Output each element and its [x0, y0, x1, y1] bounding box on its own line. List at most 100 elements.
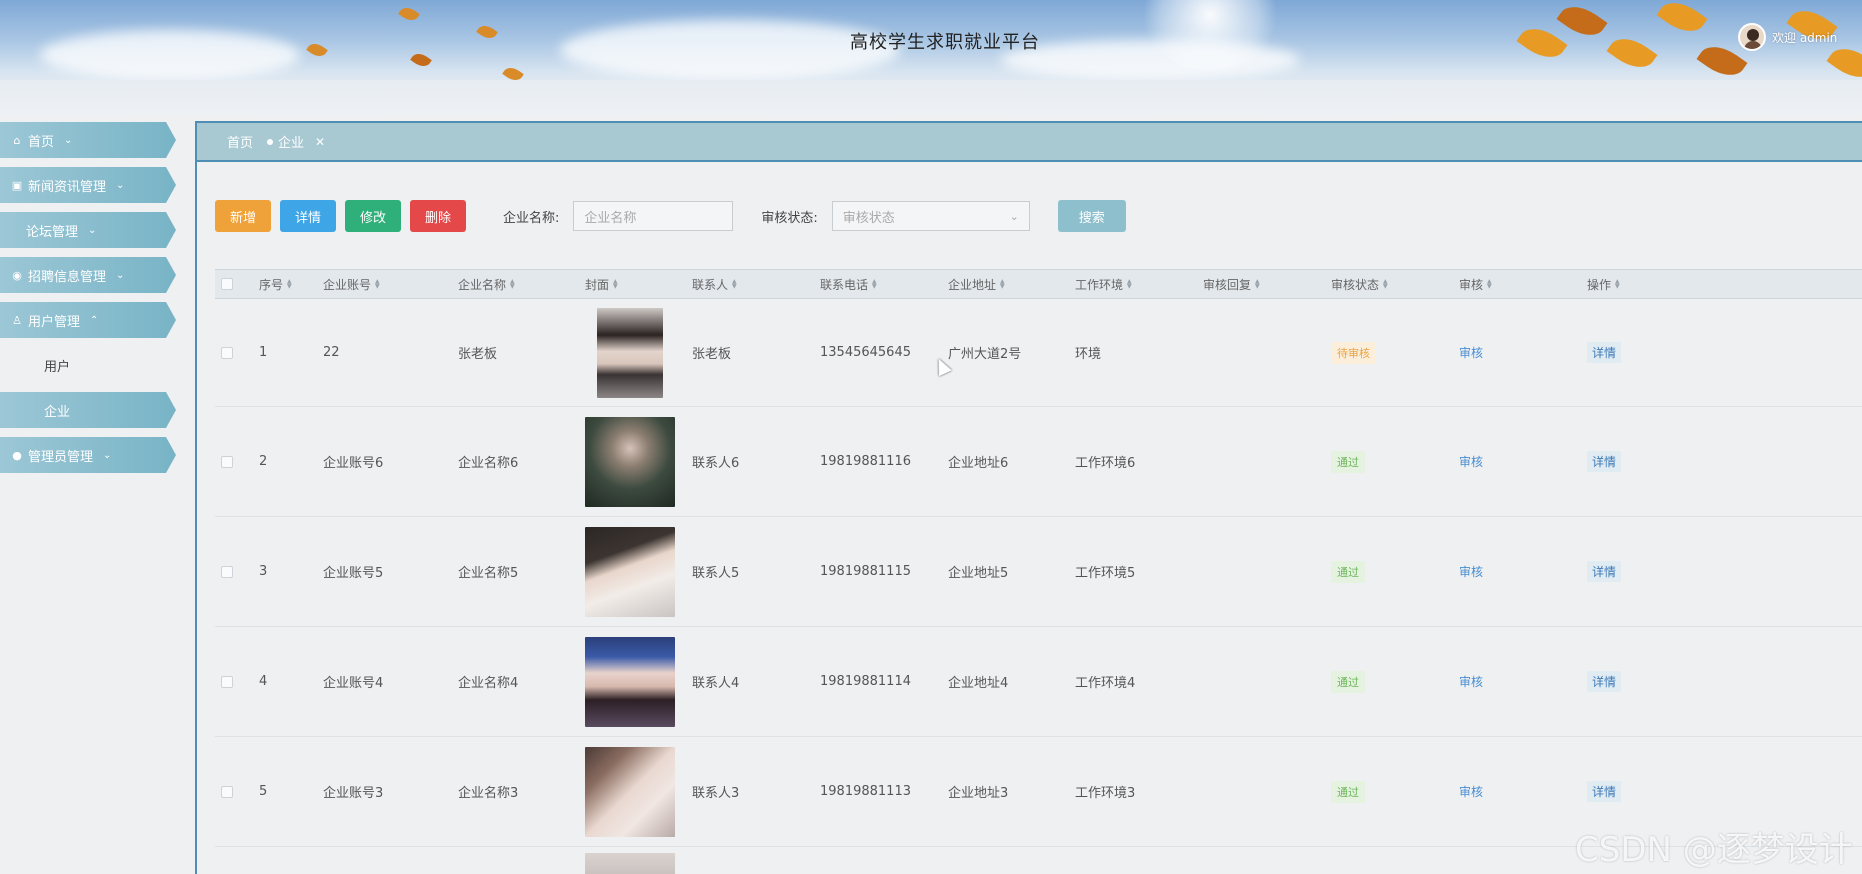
cell-contact: 联系人3: [692, 786, 740, 801]
cover-image: [597, 307, 663, 398]
cell-contact: 张老板: [692, 347, 732, 362]
leaf-decoration: [306, 39, 328, 61]
cell-account: 企业账号3: [323, 786, 384, 801]
row-checkbox[interactable]: [221, 785, 233, 798]
search-button[interactable]: 搜索: [1057, 200, 1126, 232]
row-detail-button[interactable]: 详情: [1587, 342, 1622, 363]
sidebar-subitem-user[interactable]: 用户: [0, 347, 176, 383]
sidebar-item-label: 招聘信息管理: [28, 269, 107, 285]
audit-link[interactable]: 审核: [1459, 785, 1483, 799]
cell-contact: 联系人5: [692, 566, 740, 581]
leaf-decoration: [1656, 0, 1708, 41]
leaf-decoration: [1606, 29, 1658, 77]
cover-image: [585, 526, 675, 617]
leaf-decoration: [398, 3, 420, 25]
column-header[interactable]: 操作 ▲ ▼: [1587, 276, 1715, 293]
row-checkbox[interactable]: [221, 675, 233, 688]
cell-no: 3: [259, 564, 268, 579]
cell-phone: 19819881113: [820, 784, 911, 799]
active-dot-icon: [267, 138, 274, 145]
detail-button[interactable]: 详情: [280, 200, 336, 232]
tab-label: 企业: [278, 136, 305, 151]
add-button[interactable]: 新增: [215, 200, 271, 232]
sidebar-item-label: 首页: [28, 134, 55, 150]
row-detail-button[interactable]: 详情: [1587, 561, 1622, 582]
audit-link[interactable]: 审核: [1459, 675, 1483, 689]
status-badge: 待审核: [1331, 341, 1376, 364]
sidebar-item-news[interactable]: ▣ 新闻资讯管理 ⌄: [0, 167, 176, 203]
sidebar-item-label: 新闻资讯管理: [28, 179, 107, 195]
delete-button[interactable]: 删除: [410, 200, 466, 232]
cell-address: 企业地址4: [948, 676, 1009, 691]
column-header[interactable]: 联系电话 ▲ ▼: [820, 276, 948, 293]
column-header[interactable]: 审核回复 ▲ ▼: [1203, 276, 1331, 293]
cell-phone: 19819881116: [820, 454, 911, 469]
row-checkbox[interactable]: [221, 565, 233, 578]
company-name-input[interactable]: 企业名称: [573, 201, 734, 231]
sidebar-item-recruit[interactable]: ◉ 招聘信息管理 ⌄: [0, 257, 176, 293]
audit-link[interactable]: 审核: [1459, 565, 1483, 579]
welcome-text[interactable]: 欢迎 admin: [1772, 29, 1837, 46]
row-detail-button[interactable]: 详情: [1587, 671, 1622, 692]
leaf-decoration: [1516, 19, 1568, 67]
edit-button[interactable]: 修改: [345, 200, 401, 232]
row-checkbox[interactable]: [221, 346, 233, 359]
table-row[interactable]: 4 企业账号4 企业名称4 联系人4 19819881114 企业地址4 工作环…: [215, 627, 1862, 737]
tab-label: 首页: [227, 136, 254, 151]
home-icon: ⌂: [13, 133, 21, 147]
cell-env: 工作环境4: [1075, 676, 1136, 691]
user-menu[interactable]: 欢迎 admin: [1738, 22, 1837, 52]
company-table: 序号 ▲ ▼ 企业账号 ▲ ▼ 企业名称 ▲ ▼ 封面 ▲ ▼ 联系人 ▲ ▼ 联系电话 ▲ ▼ 企业地…: [215, 269, 1862, 874]
tab-company[interactable]: 企业 ✕: [267, 132, 325, 151]
table-row[interactable]: 3 企业账号5 企业名称5 联系人5 19819881115 企业地址5 工作环…: [215, 517, 1862, 627]
cell-address: 企业地址6: [948, 456, 1009, 471]
sort-icon: ▲ ▼: [1127, 278, 1132, 290]
column-header[interactable]: 审核状态 ▲ ▼: [1331, 276, 1459, 293]
chevron-up-icon: ⌃: [90, 314, 99, 326]
chevron-down-icon: ⌄: [1009, 209, 1019, 223]
row-detail-button[interactable]: 详情: [1587, 781, 1622, 802]
audit-link[interactable]: 审核: [1459, 346, 1483, 360]
audit-link[interactable]: 审核: [1459, 455, 1483, 469]
sidebar-item-admin[interactable]: ● 管理员管理 ⌄: [0, 437, 176, 473]
row-checkbox[interactable]: [221, 455, 233, 468]
cell-name: 企业名称4: [458, 676, 519, 691]
select-all-checkbox[interactable]: [221, 278, 233, 290]
column-header[interactable]: 联系人 ▲ ▼: [692, 276, 820, 293]
sort-icon: ▲ ▼: [732, 278, 737, 290]
chevron-down-icon: ⌄: [64, 134, 73, 146]
sidebar-item-home[interactable]: ⌂ 首页 ⌄: [0, 122, 176, 158]
cell-name: 企业名称6: [458, 456, 519, 471]
column-header[interactable]: 工作环境 ▲ ▼: [1075, 276, 1203, 293]
row-detail-button[interactable]: 详情: [1587, 451, 1622, 472]
column-header[interactable]: 序号 ▲ ▼: [259, 276, 323, 293]
column-header[interactable]: 审核 ▲ ▼: [1459, 276, 1587, 293]
status-badge: 通过: [1331, 560, 1365, 583]
audit-status-select[interactable]: 审核状态 ⌄: [831, 201, 1030, 231]
sidebar-item-users[interactable]: ♙ 用户管理 ⌃: [0, 302, 176, 338]
audit-status-placeholder: 审核状态: [842, 210, 895, 226]
status-badge: 通过: [1331, 780, 1365, 803]
news-icon: ▣: [11, 178, 23, 192]
column-header[interactable]: 企业地址 ▲ ▼: [948, 276, 1075, 293]
cell-env: 工作环境3: [1075, 786, 1136, 801]
table-row[interactable]: 1 22 张老板 张老板 13545645645 广州大道2号 环境 待审核 审…: [215, 299, 1862, 407]
sidebar-subitem-company[interactable]: 企业: [0, 392, 176, 428]
column-header[interactable]: 封面 ▲ ▼: [585, 276, 692, 293]
cell-name: 企业名称5: [458, 566, 519, 581]
cover-image: [585, 746, 675, 837]
column-header[interactable]: 企业账号 ▲ ▼: [323, 276, 458, 293]
cover-image: [585, 636, 675, 727]
cell-no: 2: [259, 454, 268, 469]
sidebar-item-label: 管理员管理: [28, 449, 94, 465]
cell-phone: 13545645645: [820, 345, 911, 360]
sidebar-item-label: 用户管理: [28, 314, 81, 330]
table-row[interactable]: 2 企业账号6 企业名称6 联系人6 19819881116 企业地址6 工作环…: [215, 407, 1862, 517]
column-header[interactable]: 企业名称 ▲ ▼: [458, 276, 585, 293]
sidebar-item-forum[interactable]: 论坛管理 ⌄: [0, 212, 176, 248]
avatar[interactable]: [1738, 23, 1766, 51]
chevron-down-icon: ⌄: [116, 269, 125, 281]
tab-home[interactable]: 首页: [227, 132, 253, 151]
close-icon[interactable]: ✕: [315, 135, 325, 149]
leaf-decoration: [1556, 0, 1608, 45]
